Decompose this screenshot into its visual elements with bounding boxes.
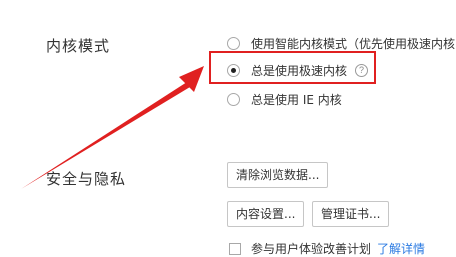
manage-certificates-button[interactable]: 管理证书... bbox=[312, 201, 390, 227]
kernel-mode-title: 内核模式 bbox=[46, 37, 111, 55]
clear-browsing-data-button[interactable]: 清除浏览数据... bbox=[227, 162, 329, 188]
arrow-head bbox=[179, 66, 204, 92]
radio-ie-kernel[interactable] bbox=[227, 93, 240, 106]
radio-label-ie-kernel: 总是使用 IE 内核 bbox=[251, 93, 342, 107]
radio-smart-kernel[interactable] bbox=[227, 37, 240, 50]
radio-option-smart-kernel[interactable]: 使用智能内核模式（优先使用极速内核 bbox=[227, 35, 455, 52]
privacy-section-title: 安全与隐私 bbox=[46, 170, 127, 188]
radio-option-ie-kernel[interactable]: 总是使用 IE 内核 bbox=[227, 91, 342, 108]
content-settings-button[interactable]: 内容设置... bbox=[227, 201, 305, 227]
highlight-annotation-box bbox=[209, 51, 376, 84]
radio-label-smart-kernel: 使用智能内核模式（优先使用极速内核 bbox=[251, 37, 456, 51]
